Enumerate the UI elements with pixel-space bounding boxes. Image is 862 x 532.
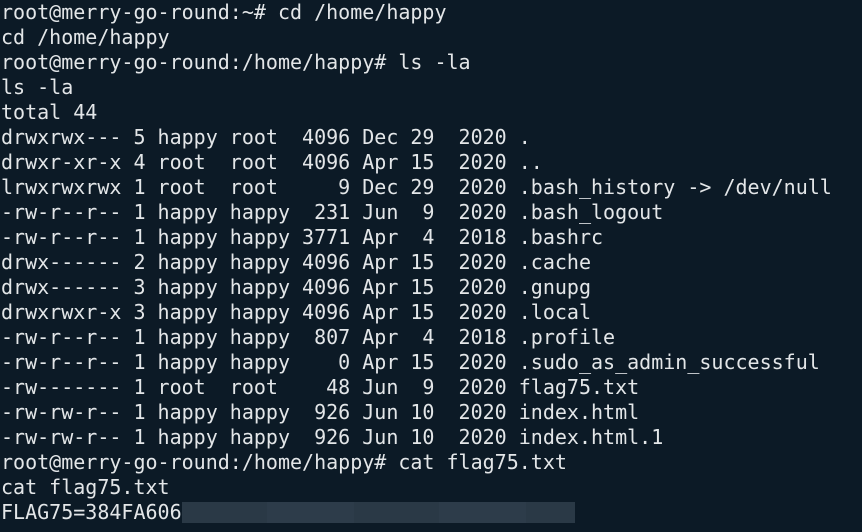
flag-value-prefix: FLAG75=384FA606 — [1, 500, 182, 524]
terminal-line: ls -la — [1, 75, 74, 99]
terminal-line: drwx------ 3 happy happy 4096 Apr 15 202… — [1, 275, 592, 299]
terminal-line: root@merry-go-round:/home/happy# cat fla… — [1, 450, 567, 474]
terminal-line: -rw------- 1 root root 48 Jun 9 2020 fla… — [1, 375, 640, 399]
terminal-line: cd /home/happy — [1, 25, 170, 49]
terminal-line: root@merry-go-round:~# cd /home/happy — [1, 0, 447, 24]
terminal-line: -rw-r--r-- 1 happy happy 0 Apr 15 2020 .… — [1, 350, 820, 374]
terminal-line: cat flag75.txt — [1, 475, 170, 499]
terminal-line: -rw-rw-r-- 1 happy happy 926 Jun 10 2020… — [1, 400, 640, 424]
terminal-window[interactable]: root@merry-go-round:~# cd /home/happy cd… — [0, 0, 862, 532]
terminal-line: drwx------ 2 happy happy 4096 Apr 15 202… — [1, 250, 592, 274]
terminal-line: drwxrwx--- 5 happy root 4096 Dec 29 2020… — [1, 125, 531, 149]
terminal-line: drwxrwxr-x 3 happy happy 4096 Apr 15 202… — [1, 300, 592, 324]
terminal-line: -rw-r--r-- 1 happy happy 807 Apr 4 2018 … — [1, 325, 616, 349]
terminal-line: -rw-r--r-- 1 happy happy 231 Jun 9 2020 … — [1, 200, 664, 224]
terminal-line-flag: FLAG75=384FA606 — [0, 500, 862, 525]
terminal-line: drwxr-xr-x 4 root root 4096 Apr 15 2020 … — [1, 150, 543, 174]
terminal-line: root@merry-go-round:/home/happy# ls -la — [1, 50, 471, 74]
redaction-block — [181, 502, 575, 523]
terminal-line: total 44 — [1, 100, 98, 124]
terminal-line: -rw-r--r-- 1 happy happy 3771 Apr 4 2018… — [1, 225, 604, 249]
terminal-line: -rw-rw-r-- 1 happy happy 926 Jun 10 2020… — [1, 425, 664, 449]
terminal-line: lrwxrwxrwx 1 root root 9 Dec 29 2020 .ba… — [1, 175, 832, 199]
